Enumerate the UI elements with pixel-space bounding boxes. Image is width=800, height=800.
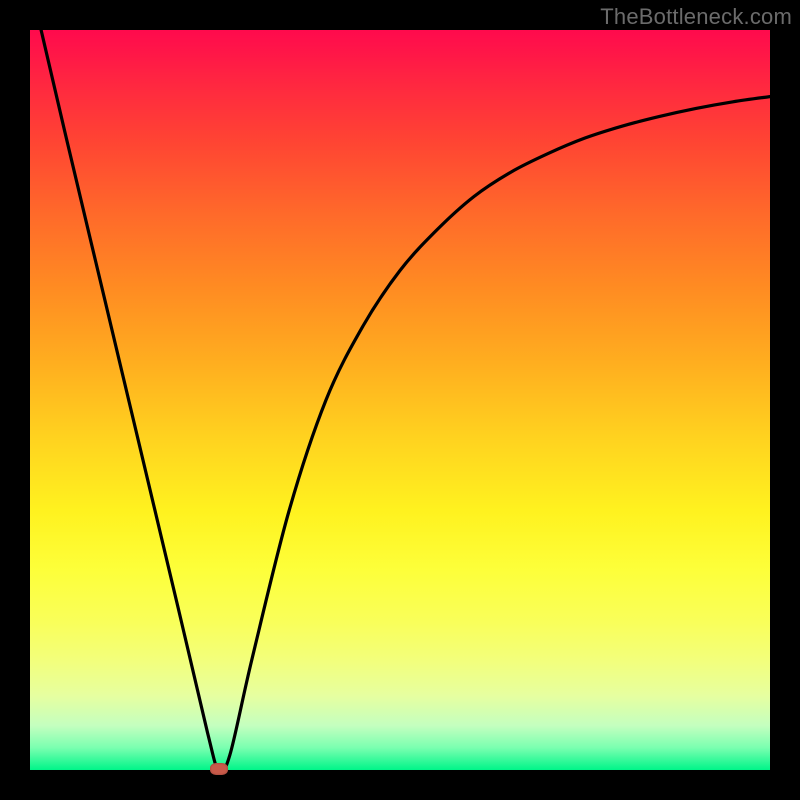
optimal-marker <box>210 763 228 775</box>
chart-frame: TheBottleneck.com <box>0 0 800 800</box>
plot-area <box>30 30 770 770</box>
watermark-text: TheBottleneck.com <box>600 4 792 30</box>
bottleneck-curve <box>30 30 770 770</box>
